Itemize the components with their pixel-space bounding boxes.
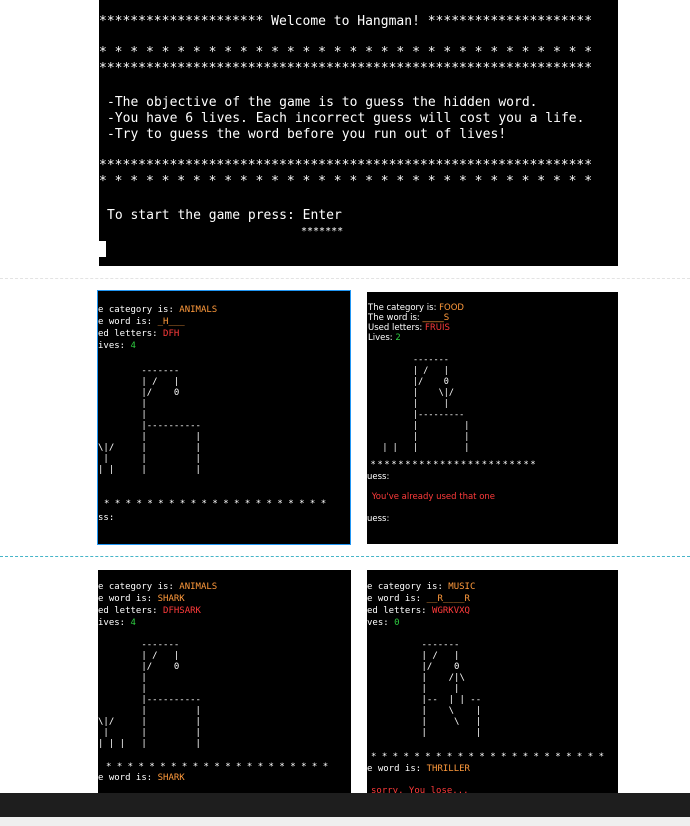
screenshot-animals-win[interactable]: e category is: ANIMALS e word is: SHARK … bbox=[98, 570, 351, 826]
guess-prompt: uess: bbox=[367, 514, 390, 524]
lives-info-text: -You have 6 lives. Each incorrect guess … bbox=[107, 111, 585, 126]
gallows-art: ------- | / | |/ 0 | /|\ | | |-- | | -- … bbox=[421, 640, 482, 738]
screenshot-music-lose[interactable]: e category is: MUSIC e word is: __R____R… bbox=[367, 570, 618, 826]
used-letters-line: ed letters: WGRKVXQ bbox=[367, 606, 470, 616]
gallows-art: ------- | / | |/ 0 | | |---------- | | \… bbox=[98, 640, 201, 749]
gallows-art: ------- | / | |/ 0 | \|/ | | |--------- … bbox=[382, 355, 470, 453]
stars-decoration: ******* bbox=[301, 226, 344, 237]
stars-line: * * * * * * * * * * * * * * * * * * * * … bbox=[371, 752, 604, 762]
used-letters-line: ed letters: DFH bbox=[98, 329, 180, 339]
try-info-text: -Try to guess the word before you run ou… bbox=[107, 127, 507, 142]
main-terminal: ********************* Welcome to Hangman… bbox=[99, 0, 618, 266]
screenshot-animals-game[interactable]: e category is: ANIMALS e word is: _H___ … bbox=[97, 290, 351, 545]
word-line: e word is: __R____R bbox=[367, 594, 470, 604]
divider bbox=[0, 278, 690, 279]
terminal-cursor[interactable] bbox=[99, 241, 106, 257]
gallows-art: ------- | / | |/ 0 | | |---------- | | \… bbox=[98, 366, 201, 475]
word-line: e word is: SHARK bbox=[98, 594, 185, 604]
lives-line: ives: 4 bbox=[98, 341, 136, 351]
separator-line: ****************************************… bbox=[99, 61, 593, 76]
footer-strip bbox=[0, 817, 690, 826]
banner-line: ********************* Welcome to Hangman… bbox=[99, 14, 593, 29]
guess-prompt: uess: bbox=[367, 472, 390, 482]
stars-line: * * * * * * * * * * * * * * * * * * * * … bbox=[106, 762, 329, 772]
category-line: e category is: ANIMALS bbox=[98, 582, 218, 592]
word-line: e word is: SHARK bbox=[98, 773, 185, 783]
separator-line: ****************************************… bbox=[99, 158, 593, 173]
word-line: e word is: THRILLER bbox=[367, 764, 470, 774]
separator-line: * * * * * * * * * * * * * * * * * * * * … bbox=[99, 174, 593, 189]
error-message: You've already used that one bbox=[369, 492, 496, 502]
lives-line: ives: 4 bbox=[98, 618, 136, 628]
objective-text: -The objective of the game is to guess t… bbox=[107, 95, 538, 110]
stars-line: * * * * * * * * * * * * * * * * * * * * … bbox=[371, 460, 536, 470]
footer-bar bbox=[0, 793, 690, 817]
separator-line: * * * * * * * * * * * * * * * * * * * * … bbox=[99, 45, 593, 60]
word-line: e word is: _H___ bbox=[98, 317, 185, 327]
screenshot-food-game[interactable]: The category is: FOOD The word is: _____… bbox=[367, 292, 618, 544]
category-line: e category is: MUSIC bbox=[367, 582, 476, 592]
stars-line: * * * * * * * * * * * * * * * * * * * * … bbox=[104, 499, 327, 509]
start-prompt: To start the game press: Enter bbox=[107, 208, 342, 223]
lives-line: ves: 0 bbox=[367, 618, 400, 628]
category-line: e category is: ANIMALS bbox=[98, 305, 218, 315]
lives-line: Lives: 2 bbox=[368, 333, 401, 343]
divider bbox=[0, 556, 690, 557]
guess-prompt: ss: bbox=[98, 513, 115, 523]
used-letters-line: ed letters: DFHSARK bbox=[98, 606, 201, 616]
